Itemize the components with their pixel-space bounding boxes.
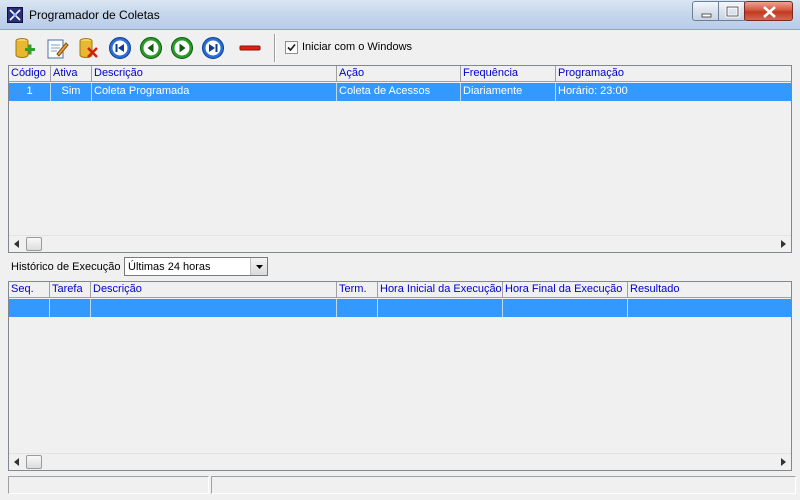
column-header-hora-final[interactable]: Hora Final da Execução [503, 282, 628, 298]
scroll-left-icon[interactable] [13, 458, 21, 466]
status-bar [0, 474, 800, 500]
dropdown-button[interactable] [250, 258, 267, 275]
cell-descricao: Coleta Programada [92, 83, 337, 101]
close-button[interactable] [744, 1, 793, 21]
history-period-value: Últimas 24 horas [128, 261, 211, 273]
minimize-icon [701, 13, 712, 18]
remove-button[interactable] [238, 36, 262, 60]
start-with-windows-label[interactable]: Iniciar com o Windows [302, 41, 412, 53]
previous-icon [140, 37, 162, 59]
add-icon [15, 38, 35, 58]
column-header-frequencia[interactable]: Frequência [461, 66, 556, 82]
table-row[interactable]: 1 Sim Coleta Programada Coleta de Acesso… [9, 83, 791, 101]
start-with-windows-checkbox[interactable] [285, 41, 298, 54]
column-header-acao[interactable]: Ação [337, 66, 461, 82]
checkmark-icon [287, 43, 296, 52]
edit-button[interactable] [45, 36, 69, 60]
cell-hora-inicial [378, 299, 503, 317]
close-icon [763, 6, 776, 18]
delete-button[interactable] [76, 36, 100, 60]
cell-codigo: 1 [9, 83, 51, 101]
edit-icon [47, 39, 69, 59]
scroll-right-icon[interactable] [779, 458, 787, 466]
column-header-seq[interactable]: Seq. [9, 282, 50, 298]
remove-icon [239, 45, 261, 51]
cell-tarefa [50, 299, 91, 317]
schedules-header: Código Ativa Descrição Ação Frequência P… [9, 66, 791, 82]
cell-frequencia: Diariamente [461, 83, 556, 101]
first-icon [109, 37, 131, 59]
previous-record-button[interactable] [139, 36, 163, 60]
cell-acao: Coleta de Acessos [337, 83, 461, 101]
history-period-select[interactable]: Últimas 24 horas [124, 257, 268, 276]
cell-seq [9, 299, 50, 317]
column-header-resultado[interactable]: Resultado [628, 282, 791, 298]
last-icon [202, 37, 224, 59]
cell-ativa: Sim [51, 83, 92, 101]
table-row[interactable] [9, 299, 791, 317]
first-record-button[interactable] [108, 36, 132, 60]
history-grid[interactable]: Seq. Tarefa Descrição Term. Hora Inicial… [8, 281, 792, 471]
column-header-hora-inicial[interactable]: Hora Inicial da Execução [378, 282, 503, 298]
title-bar: Programador de Coletas [0, 0, 800, 30]
scroll-thumb[interactable] [26, 237, 42, 251]
cell-resultado [628, 299, 791, 317]
scroll-left-icon[interactable] [13, 240, 21, 248]
column-header-codigo[interactable]: Código [9, 66, 51, 82]
column-header-descricao[interactable]: Descrição [91, 282, 337, 298]
status-panel-2 [211, 476, 796, 494]
history-header: Seq. Tarefa Descrição Term. Hora Inicial… [9, 282, 791, 298]
scroll-right-icon[interactable] [779, 240, 787, 248]
app-icon [7, 7, 23, 23]
minimize-button[interactable] [692, 1, 719, 21]
status-panel-1 [8, 476, 209, 494]
history-horizontal-scrollbar[interactable] [9, 453, 791, 470]
history-label: Histórico de Execução [11, 261, 121, 273]
maximize-button[interactable] [718, 1, 745, 21]
next-record-button[interactable] [170, 36, 194, 60]
column-header-programacao[interactable]: Programação [556, 66, 791, 82]
chevron-down-icon [256, 265, 263, 269]
cell-programacao: Horário: 23:00 [558, 85, 628, 97]
column-header-tarefa[interactable]: Tarefa [50, 282, 91, 298]
last-record-button[interactable] [201, 36, 225, 60]
maximize-icon [725, 5, 740, 18]
add-button[interactable] [12, 36, 36, 60]
toolbar: Iniciar com o Windows [0, 31, 800, 65]
cell-descricao [91, 299, 337, 317]
cell-hora-final [503, 299, 628, 317]
column-header-descricao[interactable]: Descrição [92, 66, 337, 82]
column-header-ativa[interactable]: Ativa [51, 66, 92, 82]
column-header-term[interactable]: Term. [337, 282, 378, 298]
next-icon [171, 37, 193, 59]
window-title: Programador de Coletas [29, 8, 160, 22]
schedules-horizontal-scrollbar[interactable] [9, 235, 791, 252]
cell-term [337, 299, 378, 317]
scroll-thumb[interactable] [26, 455, 42, 469]
toolbar-separator [274, 34, 276, 62]
schedules-grid[interactable]: Código Ativa Descrição Ação Frequência P… [8, 65, 792, 253]
delete-icon [79, 38, 98, 58]
